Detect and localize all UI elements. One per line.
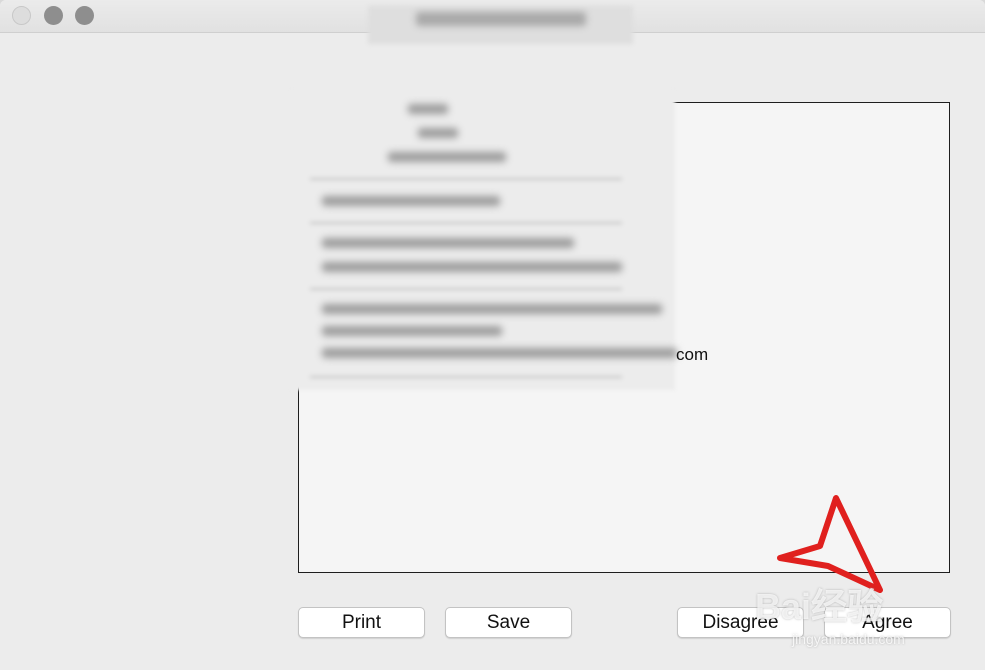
agree-button[interactable]: Agree [824, 607, 951, 638]
print-button[interactable]: Print [298, 607, 425, 638]
title-bar [0, 0, 985, 44]
minimize-icon[interactable] [44, 6, 63, 25]
close-icon[interactable] [12, 6, 31, 25]
license-text-redacted [290, 90, 677, 390]
save-button[interactable]: Save [445, 607, 572, 638]
license-text-fragment: com [676, 345, 709, 364]
license-dialog-window: com Print Save Disagree Agree Bai经验 jing… [0, 0, 985, 670]
disagree-button[interactable]: Disagree [677, 607, 804, 638]
zoom-icon[interactable] [75, 6, 94, 25]
window-title-redacted [368, 6, 633, 44]
